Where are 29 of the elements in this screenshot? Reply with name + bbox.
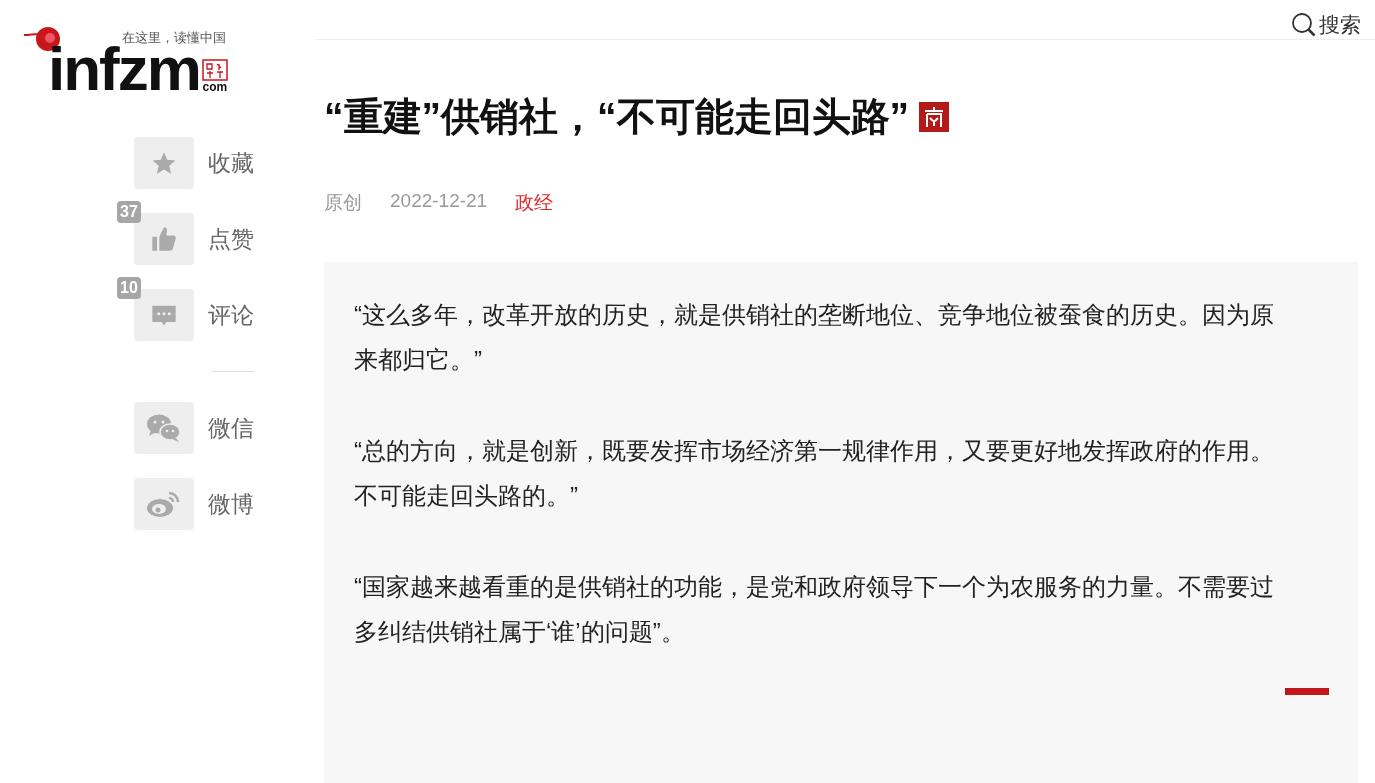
star-button[interactable]	[134, 137, 194, 189]
search-icon	[1291, 12, 1317, 38]
quote-paragraph: “国家越来越看重的是供销社的功能，是党和政府领导下一个为农服务的力量。不需要过多纠结供销社属于‘谁’的问题”。	[354, 572, 1275, 647]
publisher-seal-icon	[919, 102, 949, 132]
article-title: “重建”供销社，“不可能走回头路”	[324, 94, 909, 140]
article-source: 原创	[324, 191, 362, 215]
search-button[interactable]: 搜索	[1291, 11, 1361, 39]
quote-paragraph: “这么多年，改革开放的历史，就是供销社的垄断地位、竞争地位被蚕食的历史。因为原来都归它。”	[354, 300, 1275, 375]
wechat-share-button[interactable]	[134, 402, 194, 454]
article-date: 2022-12-21	[390, 190, 488, 213]
action-label: 点赞	[208, 224, 254, 254]
share-label: 微博	[208, 489, 254, 519]
count-badge: 37	[117, 201, 141, 223]
quote-paragraph: “总的方向，就是创新，既要发挥市场经济第一规律作用，又要更好地发挥政府的作用。不可能走回头路的。”	[354, 436, 1275, 511]
accent-bar	[1285, 688, 1329, 695]
share-label: 微信	[208, 413, 254, 443]
thumbs-up-icon	[150, 225, 178, 253]
weibo-share-button[interactable]	[134, 478, 194, 530]
logo-tagline: 在这里，读懂中国	[121, 31, 226, 45]
logo-domain: com	[202, 81, 228, 93]
seal-icon	[201, 59, 228, 81]
category-link[interactable]: 政经	[515, 190, 554, 216]
star-icon	[151, 150, 177, 176]
logo-wordmark: infzm	[48, 45, 200, 93]
chat-bubbles-icon	[146, 413, 182, 443]
action-label: 收藏	[208, 148, 254, 178]
weibo-icon	[146, 489, 182, 519]
count-badge: 10	[117, 277, 141, 299]
action-label: 评论	[208, 300, 254, 330]
